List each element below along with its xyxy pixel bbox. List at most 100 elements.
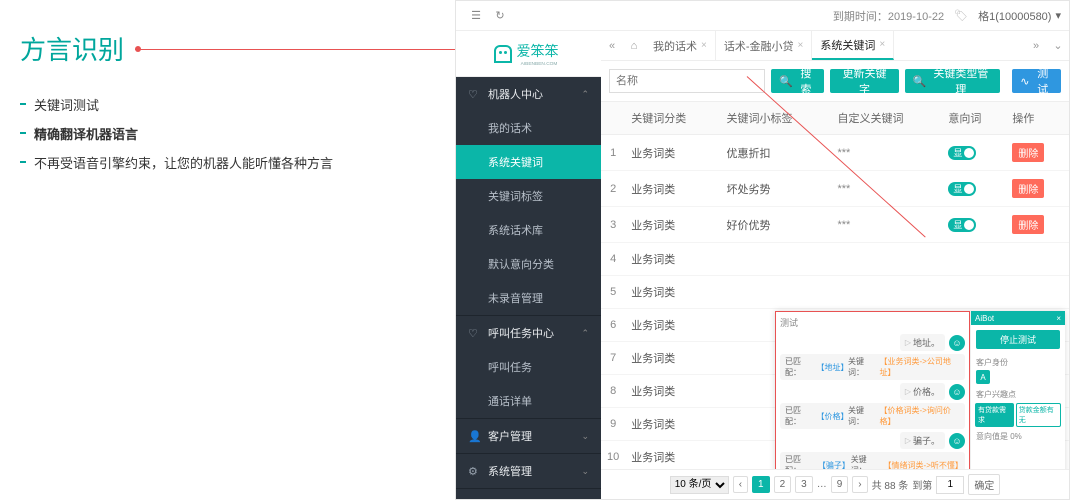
page-size-select[interactable]: 10 条/页 [670,476,729,494]
sidebar-item-calldetail[interactable]: 通话详单 [456,384,601,418]
feature-list: 关键词测试 精确翻译机器语言 不再受语音引擎约束，让您的机器人能听懂各种方言 [20,95,450,172]
row-category: 业务词类 [625,135,720,171]
test-button[interactable]: ∿测试 [1012,69,1061,93]
row-category: 业务词类 [625,276,720,309]
chevron-down-icon[interactable]: ⌄ [1047,39,1069,52]
toggle-switch[interactable]: 显 [948,146,976,160]
sidebar-item-calltask[interactable]: 呼叫任务 [456,350,601,384]
search-button[interactable]: 🔍搜索 [771,69,824,93]
close-icon[interactable]: × [1056,314,1061,323]
chevron-up-icon: ⌃ [581,89,589,100]
row-category: 业务词类 [625,408,720,441]
close-icon[interactable]: × [798,40,804,51]
row-category: 业务词类 [625,171,720,207]
chat-messages: 测试 ▷ 地址。☺已匹配：【地址】 关键词：【业务词类->公司地址】▷ 价格。☺… [775,311,970,469]
feature-item: 关键词测试 [20,95,450,114]
close-icon[interactable]: × [701,40,707,51]
row-action: 删除 [1006,207,1069,243]
stop-test-button[interactable]: 停止测试 [976,330,1060,349]
row-custom: *** [831,135,942,171]
sidebar-group-call[interactable]: ♡呼叫任务中心⌃ [456,316,601,350]
app-window: ☰ ↻ 到期时间：2019-10-22 🏷 格1(10000580)▾ 爱笨笨 … [455,0,1070,500]
page-9[interactable]: 9 [831,476,849,493]
row-category: 业务词类 [625,375,720,408]
table-row[interactable]: 5 业务词类 [601,276,1069,309]
tabs-prev-icon[interactable]: « [601,40,623,52]
logo-subtext: AIBENBEN.COM [521,61,558,66]
row-index: 7 [601,342,625,375]
sidebar-item-myscript[interactable]: 我的话术 [456,111,601,145]
col-action: 操作 [1006,102,1069,135]
update-keyword-button[interactable]: 更新关键字 [830,69,899,93]
page-ellipsis: … [817,479,827,490]
user-menu[interactable]: 格1(10000580)▾ [978,8,1061,24]
row-action: 删除 [1006,135,1069,171]
row-tag: 优惠折扣 [721,135,832,171]
refresh-icon[interactable]: ↻ [488,9,512,22]
toolbar: 🔍搜索 更新关键字 🔍关键类型管理 ∿测试 [601,61,1069,102]
col-intent: 意向词 [942,102,1006,135]
test-label: 测试 [780,316,965,329]
feature-item: 精确翻译机器语言 [20,124,450,143]
table-row[interactable]: 4 业务词类 [601,243,1069,276]
pagination: 10 条/页 ‹ 1 2 3 … 9 › 共 88 条 到第 确定 [601,469,1069,499]
goto-confirm[interactable]: 确定 [968,474,1000,495]
tag-icon[interactable]: 🏷 [954,9,968,22]
menu-toggle-icon[interactable]: ☰ [464,9,488,22]
home-icon[interactable]: ⌂ [623,40,645,52]
logo-icon [494,45,512,63]
page-3[interactable]: 3 [795,476,813,493]
expiry-label: 到期时间：2019-10-22 [833,8,944,24]
feature-item: 不再受语音引擎约束，让您的机器人能听懂各种方言 [20,153,450,172]
delete-button[interactable]: 删除 [1012,215,1044,234]
bot-avatar-icon: ☺ [949,335,965,351]
user-message: ▷ 价格。☺ [780,383,965,400]
sidebar-item-syskeyword[interactable]: 系统关键词 [456,145,601,179]
search-input[interactable] [609,69,765,93]
tab-myscript[interactable]: 我的话术× [645,31,716,60]
table-row[interactable]: 2 业务词类 坏处劣势 *** 显 删除 [601,171,1069,207]
match-result: 已匹配：【骗子】 关键词：【情绪词类->听不懂】 [780,452,965,469]
heart-icon: ♡ [468,327,482,340]
bot-avatar-icon: ☺ [949,384,965,400]
page-next[interactable]: › [852,476,867,493]
delete-button[interactable]: 删除 [1012,179,1044,198]
tab-syskeyword[interactable]: 系统关键词× [812,31,894,60]
row-index: 3 [601,207,625,243]
keyword-type-button[interactable]: 🔍关键类型管理 [905,69,1000,93]
intent-tag[interactable]: 有贷款需求 [975,403,1014,427]
row-intent: 显 [942,135,1006,171]
sidebar-item-keywordtag[interactable]: 关键词标签 [456,179,601,213]
row-custom [831,276,942,309]
table-row[interactable]: 1 业务词类 优惠折扣 *** 显 删除 [601,135,1069,171]
page-prev[interactable]: ‹ [733,476,748,493]
sidebar-group-customer[interactable]: 👤客户管理⌄ [456,419,601,453]
row-tag: 好价优势 [721,207,832,243]
tab-finance[interactable]: 话术-金融小贷× [716,31,813,60]
play-icon[interactable]: ▷ [905,338,911,347]
table-row[interactable]: 3 业务词类 好价优势 *** 显 删除 [601,207,1069,243]
sidebar: 爱笨笨 AIBENBEN.COM ♡机器人中心⌃ 我的话术 系统关键词 关键词标… [456,31,601,499]
sidebar-item-syslib[interactable]: 系统话术库 [456,213,601,247]
chevron-down-icon: ▾ [1055,9,1061,22]
page-1[interactable]: 1 [752,476,770,493]
sidebar-item-intent[interactable]: 默认意向分类 [456,247,601,281]
close-icon[interactable]: × [879,39,885,50]
sidebar-item-unrecorded[interactable]: 未录音管理 [456,281,601,315]
row-index: 8 [601,375,625,408]
sidebar-group-system[interactable]: ⚙系统管理⌄ [456,454,601,488]
row-action: 删除 [1006,171,1069,207]
play-icon[interactable]: ▷ [905,436,911,445]
col-category: 关键词分类 [625,102,720,135]
toggle-switch[interactable]: 显 [948,218,976,232]
toggle-switch[interactable]: 显 [948,182,976,196]
intent-tag[interactable]: 贷款金额有无 [1016,403,1061,427]
page-2[interactable]: 2 [774,476,792,493]
sidebar-group-robot[interactable]: ♡机器人中心⌃ [456,77,601,111]
row-index: 10 [601,441,625,470]
col-tag: 关键词小标签 [721,102,832,135]
tabs-next-icon[interactable]: » [1025,40,1047,52]
play-icon[interactable]: ▷ [905,387,911,396]
delete-button[interactable]: 删除 [1012,143,1044,162]
goto-input[interactable] [936,476,964,494]
